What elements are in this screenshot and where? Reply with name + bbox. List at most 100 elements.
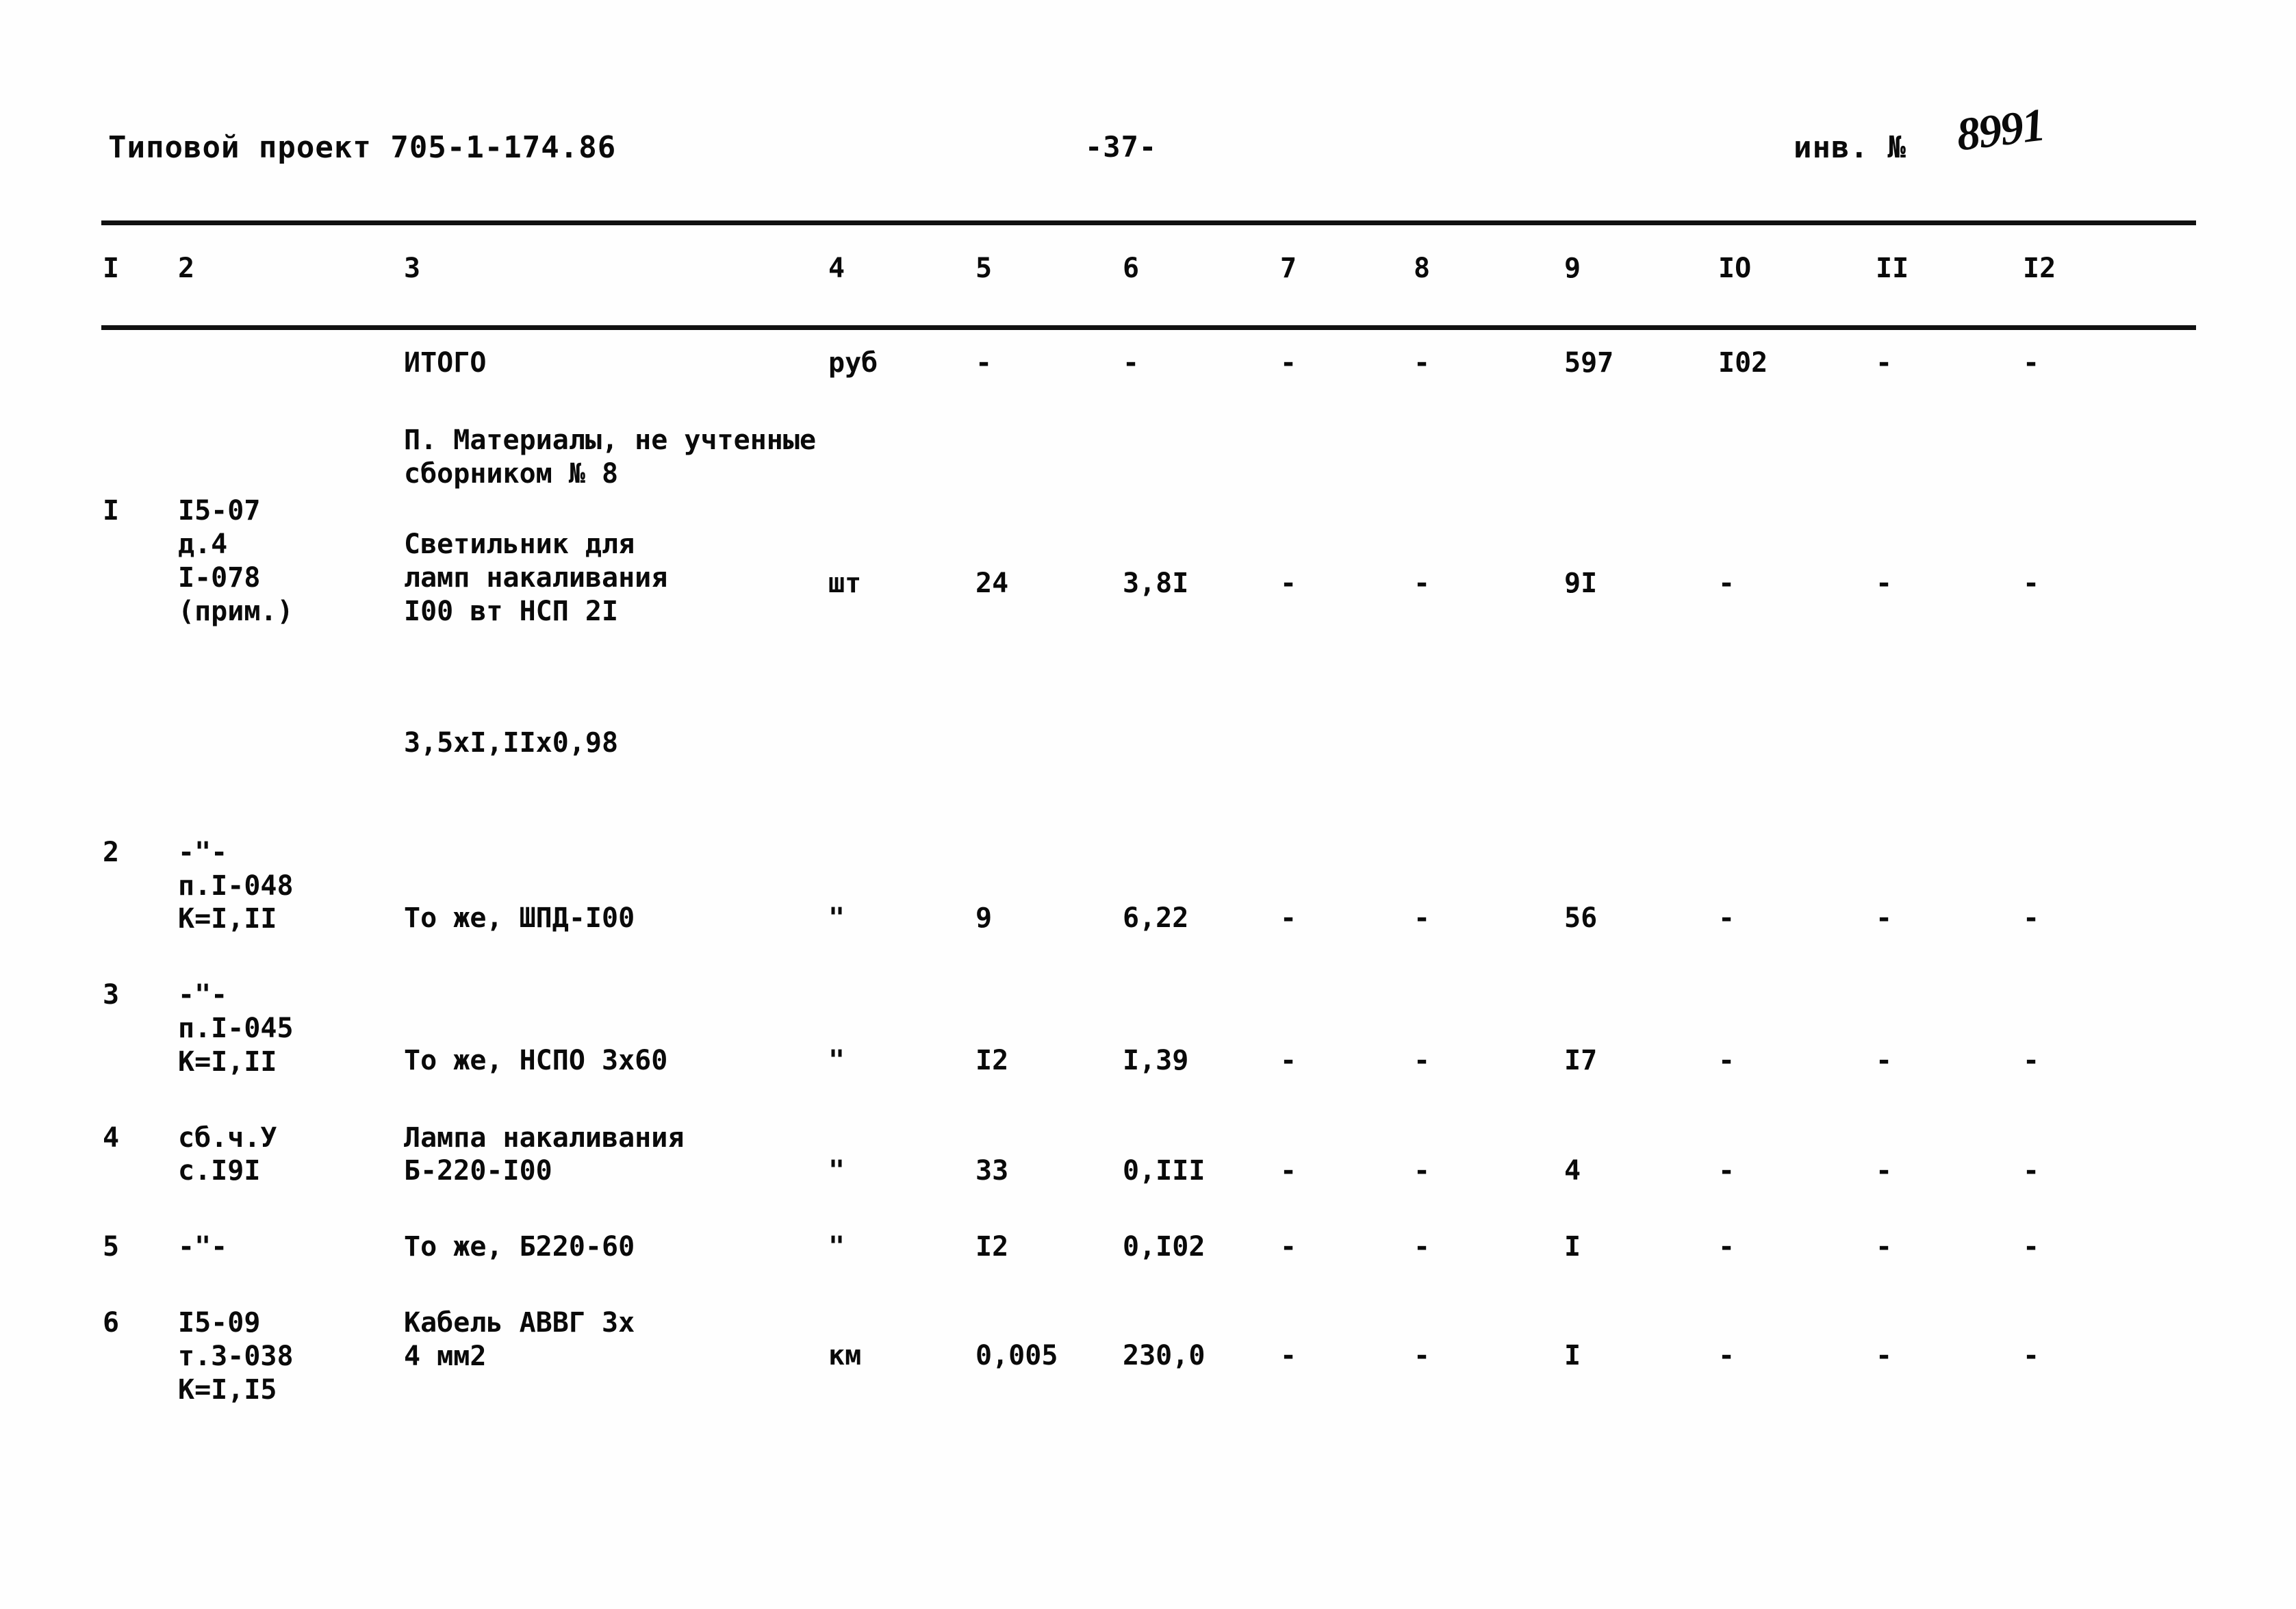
table-row: 2 -"- п.I-048 К=I,II То же, ШПД-I00 " 9 …: [103, 836, 2225, 936]
table-row: 4 сб.ч.У с.I9I Лампа накаливания Б-220-I…: [103, 1122, 2225, 1189]
column-number-6: 6: [1123, 253, 1140, 284]
row-col8: -: [1414, 1231, 1431, 1263]
row-col7: -: [1280, 1154, 1297, 1187]
row-name: Светильник для ламп накаливания I00 вт Н…: [404, 494, 828, 793]
row-unit: ": [828, 902, 845, 934]
row-qty: I2: [975, 1045, 1009, 1077]
row-col12: -: [2023, 568, 2040, 600]
section-heading: П. Материалы, не учтенные сборником № 8: [404, 424, 817, 490]
column-number-12: I2: [2023, 253, 2056, 284]
column-number-7: 7: [1280, 253, 1297, 284]
row-col8: -: [1414, 1154, 1431, 1187]
row-qty: 0,005: [975, 1339, 1058, 1371]
total-col8: -: [1414, 347, 1431, 379]
total-col9: 597: [1564, 347, 1614, 379]
row-col7: -: [1280, 902, 1297, 934]
row-code: I5-09 т.3-038 К=I,I5: [178, 1306, 294, 1406]
row-col11: -: [1876, 1339, 1893, 1371]
column-number-5: 5: [975, 253, 993, 284]
table-row-total: ИТОГО руб - - - - 597 I02 - -: [103, 318, 2225, 387]
row-col10: -: [1718, 1339, 1735, 1371]
row-number: 6: [103, 1306, 120, 1339]
row-spacer: [103, 1079, 2225, 1122]
row-col11: -: [1876, 1154, 1893, 1187]
column-number-3: 3: [404, 253, 421, 284]
row-col11: -: [1876, 1231, 1893, 1263]
row-col7: -: [1280, 1045, 1297, 1077]
row-price: I,39: [1123, 1045, 1189, 1077]
row-col8: -: [1414, 902, 1431, 934]
row-col10: -: [1718, 568, 1735, 600]
row-code: -"- п.I-045 К=I,II: [178, 979, 294, 1078]
total-col11: -: [1876, 347, 1893, 379]
row-col12: -: [2023, 1231, 2040, 1263]
row-col11: -: [1876, 902, 1893, 934]
row-name: То же, ШПД-I00: [404, 902, 635, 934]
row-price: 0,III: [1123, 1154, 1206, 1187]
row-spacer: [103, 1188, 2225, 1230]
row-qty: 33: [975, 1154, 1009, 1187]
row-col11: -: [1876, 568, 1893, 600]
table-row: 3 -"- п.I-045 К=I,II То же, НСПО 3x60 " …: [103, 978, 2225, 1078]
column-number-10: IO: [1718, 253, 1752, 284]
row-unit: км: [828, 1339, 862, 1371]
page-number: -37-: [1085, 130, 1158, 164]
row-col12: -: [2023, 1154, 2040, 1187]
row-code: I5-07 д.4 I-078 (прим.): [178, 495, 294, 627]
row-col9: 9I: [1564, 568, 1598, 600]
row-unit: ": [828, 1045, 845, 1077]
row-col11: -: [1876, 1045, 1893, 1077]
row-price: 3,8I: [1123, 568, 1189, 600]
total-empty-1: [103, 318, 178, 387]
table-row: 6 I5-09 т.3-038 К=I,I5 Кабель АВВГ 3x 4 …: [103, 1306, 2225, 1406]
row-name: То же, Б220-60: [404, 1231, 635, 1263]
column-number-8: 8: [1414, 253, 1431, 284]
total-unit: руб: [828, 347, 878, 379]
table-row: 5 -"- То же, Б220-60 " I2 0,I02 - - I - …: [103, 1230, 2225, 1264]
row-col10: -: [1718, 902, 1735, 934]
total-col12: -: [2023, 347, 2040, 379]
inventory-label: инв. №: [1794, 130, 1906, 165]
row-number: I: [103, 495, 120, 527]
row-col8: -: [1414, 1339, 1431, 1371]
row-qty: 9: [975, 902, 993, 934]
row-unit: ": [828, 1231, 845, 1263]
row-col8: -: [1414, 568, 1431, 600]
total-col5: -: [975, 347, 993, 379]
row-code: -"-: [178, 1231, 228, 1263]
inventory-number-handwritten: 8991: [1953, 98, 2048, 161]
table-top-rule: [101, 220, 2196, 225]
row-unit: шт: [828, 568, 862, 600]
row-code: сб.ч.У с.I9I: [178, 1122, 277, 1187]
row-col7: -: [1280, 568, 1297, 600]
row-col7: -: [1280, 1339, 1297, 1371]
row-unit: ": [828, 1154, 845, 1187]
row-col12: -: [2023, 1339, 2040, 1371]
total-label: ИТОГО: [404, 347, 487, 379]
row-qty: 24: [975, 568, 1009, 600]
column-number-4: 4: [828, 253, 845, 284]
row-name: Кабель АВВГ 3x 4 мм2: [404, 1306, 635, 1372]
row-name-extra: 3,5xI,IIx0,98: [404, 727, 619, 759]
row-qty: I2: [975, 1231, 1009, 1263]
row-number: 2: [103, 836, 120, 868]
column-number-11: II: [1876, 253, 1909, 284]
row-code: -"- п.I-048 К=I,II: [178, 836, 294, 935]
row-col12: -: [2023, 1045, 2040, 1077]
row-price: 6,22: [1123, 902, 1189, 934]
row-col9: I: [1564, 1231, 1581, 1263]
row-col8: -: [1414, 1045, 1431, 1077]
row-spacer: [103, 1264, 2225, 1306]
row-col10: -: [1718, 1154, 1735, 1187]
row-price: 230,0: [1123, 1339, 1206, 1371]
document-title: Типовой проект 705-1-174.86: [108, 130, 617, 165]
column-number-row: I 2 3 4 5 6 7 8 9 IO II I2: [103, 252, 2225, 318]
row-col10: -: [1718, 1045, 1735, 1077]
row-name-main: Светильник для ламп накаливания I00 вт Н…: [404, 529, 668, 627]
row-col9: I: [1564, 1339, 1581, 1371]
table-row: I I5-07 д.4 I-078 (прим.) Светильник для…: [103, 494, 2225, 793]
column-number-1: I: [103, 253, 120, 284]
document-page: Типовой проект 705-1-174.86 -37- инв. № …: [0, 0, 2296, 1609]
estimate-table: I 2 3 4 5 6 7 8 9 IO II I2 ИТОГО руб - -: [0, 252, 2296, 1406]
row-name-gap: [404, 661, 828, 693]
